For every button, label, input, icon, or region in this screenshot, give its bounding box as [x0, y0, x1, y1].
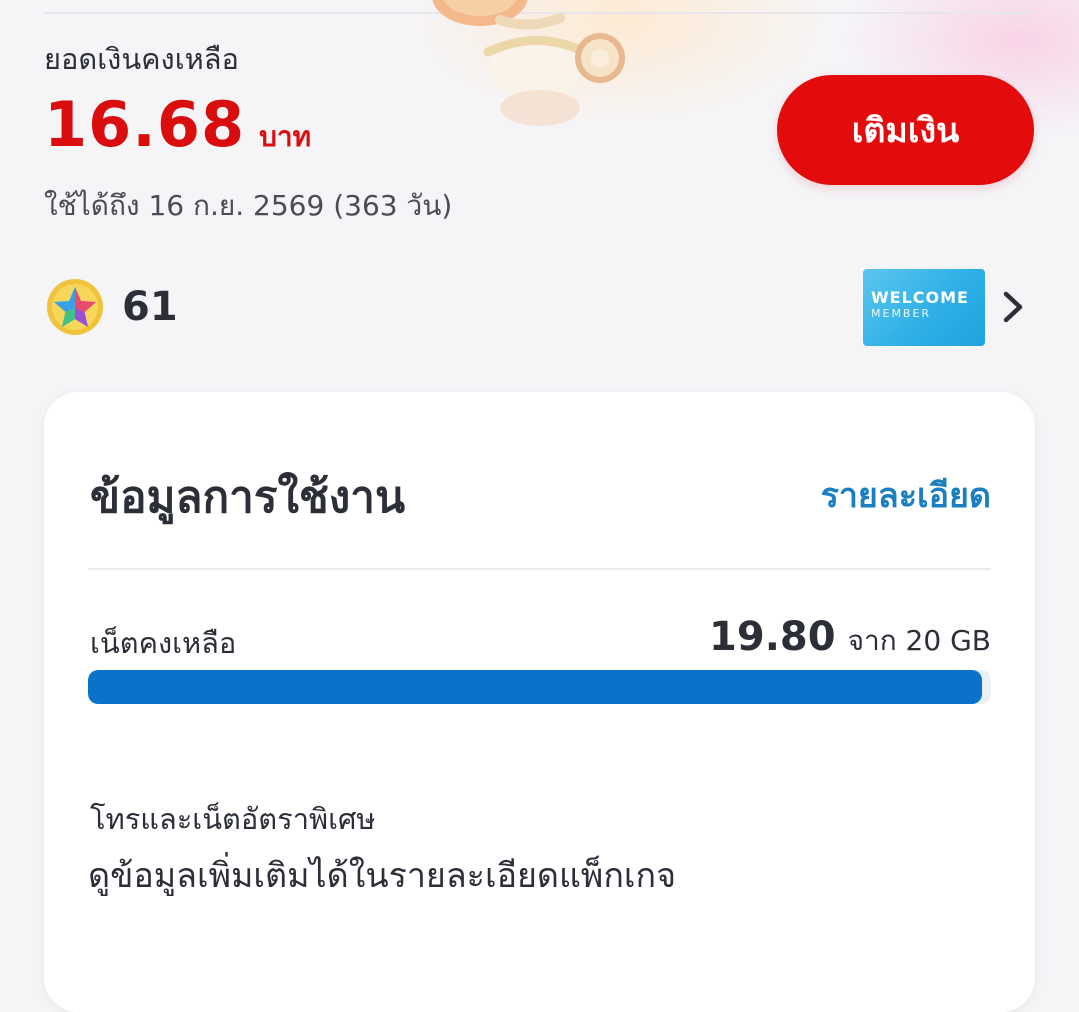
member-tier-card[interactable]: WELCOME MEMBER — [863, 269, 985, 346]
validity-text: ใช้ได้ถึง 16 ก.ย. 2569 (363 วัน) — [44, 189, 453, 222]
special-rate-label: โทรและเน็ตอัตราพิเศษ — [90, 802, 376, 836]
data-remaining-label: เน็ตคงเหลือ — [90, 626, 237, 660]
data-progress-fill — [88, 670, 982, 704]
chevron-right-icon[interactable] — [998, 286, 1028, 328]
mascot-illustration — [432, 0, 625, 126]
points-value: 61 — [122, 284, 178, 330]
usage-card: ข้อมูลการใช้งาน รายละเอียด เน็ตคงเหลือ 1… — [44, 392, 1035, 1012]
data-progress-bar — [88, 670, 991, 704]
data-amount: 19.80 จาก 20 GB — [709, 614, 991, 663]
usage-title: ข้อมูลการใช้งาน — [90, 472, 406, 523]
member-tier-subtitle: MEMBER — [871, 307, 932, 320]
points-row[interactable]: 61 — [46, 278, 178, 336]
balance-unit: บาท — [259, 120, 312, 153]
usage-details-link[interactable]: รายละเอียด — [821, 468, 991, 522]
topup-button[interactable]: เติมเงิน — [777, 75, 1034, 185]
data-total-value: จาก 20 GB — [847, 624, 991, 657]
balance-row: 16.68 บาท — [44, 88, 311, 161]
usage-divider — [88, 568, 991, 570]
special-rate-description: ดูข้อมูลเพิ่มเติมได้ในรายละเอียดแพ็กเกจ — [88, 856, 677, 896]
balance-amount: 16.68 — [44, 88, 246, 161]
star-coin-icon — [47, 279, 103, 335]
data-remaining-value: 19.80 — [709, 614, 836, 660]
balance-label: ยอดเงินคงเหลือ — [44, 42, 239, 76]
member-tier-name: WELCOME — [871, 288, 969, 307]
